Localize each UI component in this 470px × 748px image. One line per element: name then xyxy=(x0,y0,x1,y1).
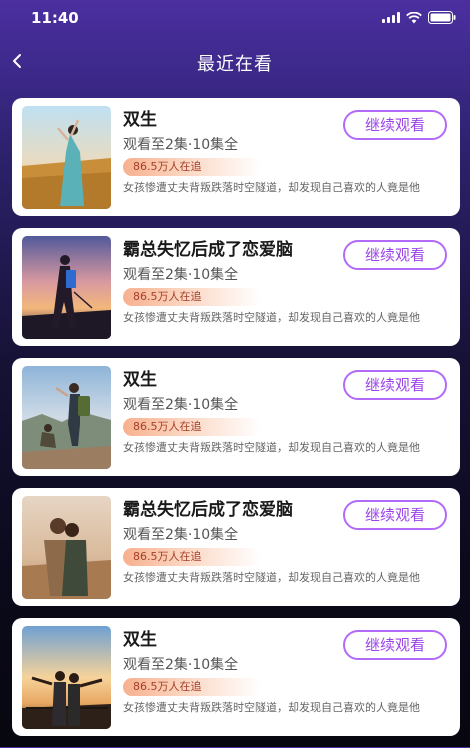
battery-icon xyxy=(428,11,456,24)
continue-watching-button[interactable]: 继续观看 xyxy=(343,240,447,270)
continue-watching-button[interactable]: 继续观看 xyxy=(343,630,447,660)
drama-cover-thumbnail[interactable] xyxy=(22,626,111,729)
followers-badge: 86.5万人在追 xyxy=(123,288,261,306)
drama-cover-thumbnail[interactable] xyxy=(22,496,111,599)
watch-progress: 观看至2集·10集全 xyxy=(123,267,239,283)
list-item[interactable]: 霸总失忆后成了恋爱脑 观看至2集·10集全 86.5万人在追 女孩惨遭丈夫背叛跌… xyxy=(12,488,460,606)
list-item[interactable]: 双生 观看至2集·10集全 86.5万人在追 女孩惨遭丈夫背叛跌落时空隧道，却发… xyxy=(12,98,460,216)
nav-bar: 最近在看 xyxy=(0,40,470,84)
watch-progress: 观看至2集·10集全 xyxy=(123,657,239,673)
drama-description: 女孩惨遭丈夫背叛跌落时空隧道，却发现自己喜欢的人竟是他 xyxy=(123,441,420,454)
drama-description: 女孩惨遭丈夫背叛跌落时空隧道，却发现自己喜欢的人竟是他 xyxy=(123,311,420,324)
drama-description: 女孩惨遭丈夫背叛跌落时空隧道，却发现自己喜欢的人竟是他 xyxy=(123,571,420,584)
drama-cover-thumbnail[interactable] xyxy=(22,106,111,209)
drama-description: 女孩惨遭丈夫背叛跌落时空隧道，却发现自己喜欢的人竟是他 xyxy=(123,181,420,194)
followers-badge: 86.5万人在追 xyxy=(123,418,261,436)
cellular-signal-icon xyxy=(382,12,400,23)
status-time: 11:40 xyxy=(31,9,79,27)
wifi-icon xyxy=(406,11,422,24)
drama-title: 霸总失忆后成了恋爱脑 xyxy=(123,500,293,520)
drama-cover-thumbnail[interactable] xyxy=(22,366,111,469)
drama-title: 双生 xyxy=(123,370,157,390)
recently-watched-list: 双生 观看至2集·10集全 86.5万人在追 女孩惨遭丈夫背叛跌落时空隧道，却发… xyxy=(12,98,460,748)
drama-title: 双生 xyxy=(123,630,157,650)
continue-watching-button[interactable]: 继续观看 xyxy=(343,500,447,530)
list-item[interactable]: 霸总失忆后成了恋爱脑 观看至2集·10集全 86.5万人在追 女孩惨遭丈夫背叛跌… xyxy=(12,228,460,346)
status-icons xyxy=(382,11,456,24)
watch-progress: 观看至2集·10集全 xyxy=(123,137,239,153)
continue-watching-button[interactable]: 继续观看 xyxy=(343,110,447,140)
status-bar: 11:40 xyxy=(0,0,470,36)
drama-description: 女孩惨遭丈夫背叛跌落时空隧道，却发现自己喜欢的人竟是他 xyxy=(123,701,420,714)
page-title: 最近在看 xyxy=(197,54,273,75)
followers-badge: 86.5万人在追 xyxy=(123,158,261,176)
drama-cover-thumbnail[interactable] xyxy=(22,236,111,339)
drama-title: 双生 xyxy=(123,110,157,130)
list-item[interactable]: 双生 观看至2集·10集全 86.5万人在追 女孩惨遭丈夫背叛跌落时空隧道，却发… xyxy=(12,358,460,476)
followers-badge: 86.5万人在追 xyxy=(123,548,261,566)
list-item[interactable]: 双生 观看至2集·10集全 86.5万人在追 女孩惨遭丈夫背叛跌落时空隧道，却发… xyxy=(12,618,460,736)
continue-watching-button[interactable]: 继续观看 xyxy=(343,370,447,400)
followers-badge: 86.5万人在追 xyxy=(123,678,261,696)
watch-progress: 观看至2集·10集全 xyxy=(123,397,239,413)
drama-title: 霸总失忆后成了恋爱脑 xyxy=(123,240,293,260)
watch-progress: 观看至2集·10集全 xyxy=(123,527,239,543)
